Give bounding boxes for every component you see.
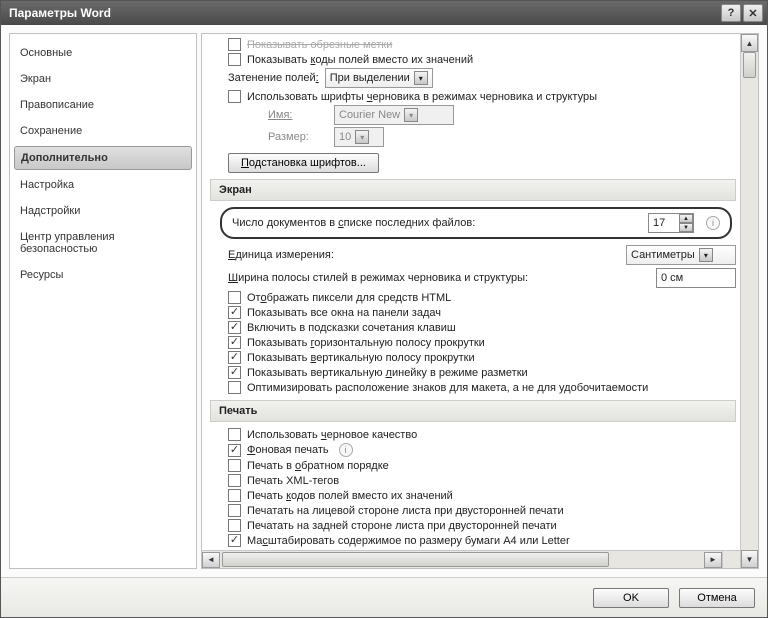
checkbox-draft-fonts[interactable]	[228, 90, 241, 103]
chevron-down-icon: ▾	[404, 108, 418, 122]
window-title: Параметры Word	[5, 6, 719, 20]
vertical-scrollbar[interactable]: ▲ ▼	[740, 34, 758, 568]
label-field-shading: Затенение полей:	[228, 72, 319, 84]
label-style-width: Ширина полосы стилей в режимах черновика…	[228, 272, 528, 284]
chevron-down-icon: ▾	[414, 71, 428, 85]
select-font-size: 10▾	[334, 127, 384, 147]
help-button[interactable]: ?	[721, 4, 741, 22]
word-options-dialog: Параметры Word ? ✕ Основные Экран Правоп…	[0, 0, 768, 618]
label-print-field-codes: Печать кодов полей вместо их значений	[247, 490, 453, 502]
nav-item-proofing[interactable]: Правописание	[10, 92, 196, 118]
checkbox-vscroll[interactable]	[228, 351, 241, 364]
label-unit: Единица измерения:	[228, 249, 334, 261]
label-shortcut-tooltips: Включить в подсказки сочетания клавиш	[247, 322, 456, 334]
label-reverse-order: Печать в обратном порядке	[247, 460, 389, 472]
checkbox-back-duplex[interactable]	[228, 519, 241, 532]
checkbox-optimize-layout[interactable]	[228, 381, 241, 394]
select-field-shading[interactable]: При выделении▾	[325, 68, 433, 88]
label-hscroll: Показывать горизонтальную полосу прокрут…	[247, 337, 485, 349]
chevron-down-icon: ▾	[699, 248, 713, 262]
close-button[interactable]: ✕	[743, 4, 763, 22]
label-crop-marks: Показывать обрезные метки	[247, 39, 392, 51]
checkbox-crop-marks[interactable]	[228, 38, 241, 51]
nav-item-general[interactable]: Основные	[10, 40, 196, 66]
section-print: Печать	[210, 400, 736, 422]
spinner-down-icon[interactable]: ▼	[679, 223, 693, 232]
checkbox-front-duplex[interactable]	[228, 504, 241, 517]
scroll-corner	[722, 550, 740, 568]
scroll-up-icon[interactable]: ▲	[741, 34, 758, 52]
recent-files-callout: Число документов в списке последних файл…	[220, 207, 732, 239]
scroll-content: Показывать обрезные метки Показывать код…	[202, 34, 740, 550]
checkbox-all-windows[interactable]	[228, 306, 241, 319]
label-back-duplex: Печатать на задней стороне листа при дву…	[247, 520, 557, 532]
label-draft-quality: Использовать черновое качество	[247, 429, 417, 441]
label-scale-a4-letter: Масштабировать содержимое по размеру бум…	[247, 535, 570, 547]
nav-item-display[interactable]: Экран	[10, 66, 196, 92]
cancel-button[interactable]: Отмена	[679, 588, 755, 608]
label-all-windows: Показывать все окна на панели задач	[247, 307, 441, 319]
font-substitution-button[interactable]: Подстановка шрифтов...	[228, 153, 379, 173]
info-icon: i	[339, 443, 353, 457]
select-unit[interactable]: Сантиметры▾	[626, 245, 736, 265]
input-style-width[interactable]: 0 см	[656, 268, 736, 288]
titlebar: Параметры Word ? ✕	[1, 1, 767, 25]
label-field-codes: Показывать коды полей вместо их значений	[247, 54, 473, 66]
info-icon: i	[706, 216, 720, 230]
checkbox-vruler[interactable]	[228, 366, 241, 379]
checkbox-shortcut-tooltips[interactable]	[228, 321, 241, 334]
scroll-left-icon[interactable]: ◄	[202, 552, 220, 568]
checkbox-field-codes[interactable]	[228, 53, 241, 66]
vscroll-thumb[interactable]	[743, 52, 756, 78]
label-xml-tags: Печать XML-тегов	[247, 475, 339, 487]
nav-item-resources[interactable]: Ресурсы	[10, 262, 196, 288]
chevron-down-icon: ▾	[355, 130, 369, 144]
label-front-duplex: Печатать на лицевой стороне листа при дв…	[247, 505, 564, 517]
nav-item-customize[interactable]: Настройка	[10, 172, 196, 198]
horizontal-scrollbar[interactable]: ◄ ►	[202, 550, 722, 568]
nav-item-advanced[interactable]: Дополнительно	[14, 146, 192, 170]
category-nav: Основные Экран Правописание Сохранение Д…	[9, 33, 197, 569]
scroll-down-icon[interactable]: ▼	[741, 550, 758, 568]
checkbox-scale-a4-letter[interactable]	[228, 534, 241, 547]
nav-item-addins[interactable]: Надстройки	[10, 198, 196, 224]
checkbox-draft-quality[interactable]	[228, 428, 241, 441]
label-vscroll: Показывать вертикальную полосу прокрутки	[247, 352, 475, 364]
label-optimize-layout: Оптимизировать расположение знаков для м…	[247, 382, 648, 394]
ok-button[interactable]: OK	[593, 588, 669, 608]
dialog-footer: OK Отмена	[1, 577, 767, 617]
spinner-up-icon[interactable]: ▲	[679, 214, 693, 223]
nav-item-trust[interactable]: Центр управления безопасностью	[10, 224, 196, 262]
checkbox-hscroll[interactable]	[228, 336, 241, 349]
nav-item-save[interactable]: Сохранение	[10, 118, 196, 144]
label-font-size: Размер:	[268, 131, 328, 143]
spinner-recent-count[interactable]: 17 ▲▼	[648, 213, 694, 233]
section-screen: Экран	[210, 179, 736, 201]
checkbox-reverse-order[interactable]	[228, 459, 241, 472]
label-vruler: Показывать вертикальную линейку в режиме…	[247, 367, 528, 379]
label-font-name: Имя:	[268, 109, 328, 121]
checkbox-pixels-html[interactable]	[228, 291, 241, 304]
label-recent-count: Число документов в списке последних файл…	[232, 217, 475, 229]
dialog-body: Основные Экран Правописание Сохранение Д…	[1, 25, 767, 577]
scroll-right-icon[interactable]: ►	[704, 552, 722, 568]
checkbox-print-field-codes[interactable]	[228, 489, 241, 502]
label-draft-fonts: Использовать шрифты черновика в режимах …	[247, 91, 597, 103]
label-background-printing: Фоновая печать	[247, 444, 329, 456]
select-font-name: Courier New▾	[334, 105, 454, 125]
label-pixels-html: Отображать пиксели для средств HTML	[247, 292, 451, 304]
checkbox-background-printing[interactable]	[228, 444, 241, 457]
hscroll-thumb[interactable]	[222, 552, 609, 567]
content-pane: Показывать обрезные метки Показывать код…	[201, 33, 759, 569]
checkbox-xml-tags[interactable]	[228, 474, 241, 487]
